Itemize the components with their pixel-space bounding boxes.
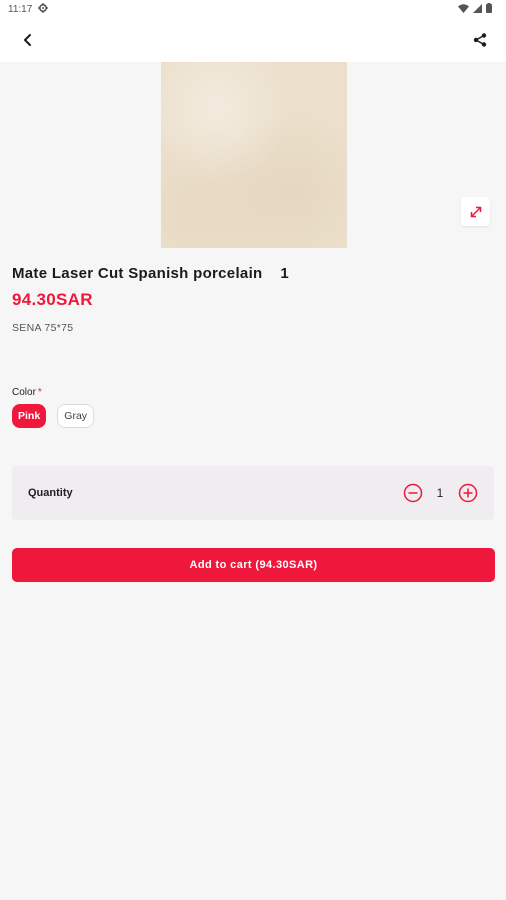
minus-circle-icon[interactable]	[402, 483, 423, 504]
product-sku: SENA 75*75	[12, 322, 74, 334]
share-icon[interactable]	[466, 26, 494, 54]
quantity-value: 1	[436, 486, 444, 500]
expand-icon[interactable]	[461, 197, 490, 226]
status-bar: 11:17	[0, 0, 506, 18]
settings-icon	[38, 2, 49, 16]
product-image[interactable]	[161, 62, 347, 248]
required-mark: *	[37, 387, 42, 398]
color-label-text: Color	[12, 387, 36, 398]
plus-circle-icon[interactable]	[457, 483, 478, 504]
signal-icon	[473, 0, 482, 18]
battery-icon	[486, 0, 492, 18]
color-label: Color *	[12, 387, 42, 398]
wifi-icon	[458, 0, 469, 18]
quantity-stepper: 1	[402, 483, 478, 504]
back-arrow-icon[interactable]	[14, 26, 42, 54]
color-option-pink[interactable]: Pink	[12, 404, 47, 428]
color-options: Pink Gray	[12, 404, 95, 428]
quantity-label: Quantity	[28, 487, 73, 499]
status-time: 11:17	[8, 3, 33, 15]
product-title: Mate Laser Cut Spanish porcelain 1	[12, 265, 290, 282]
product-price: 94.30SAR	[12, 290, 93, 309]
quantity-card: Quantity 1	[12, 466, 494, 520]
app-bar	[0, 18, 506, 62]
add-to-cart-button[interactable]: Add to cart (94.30SAR)	[12, 548, 495, 582]
color-option-gray[interactable]: Gray	[57, 404, 95, 428]
